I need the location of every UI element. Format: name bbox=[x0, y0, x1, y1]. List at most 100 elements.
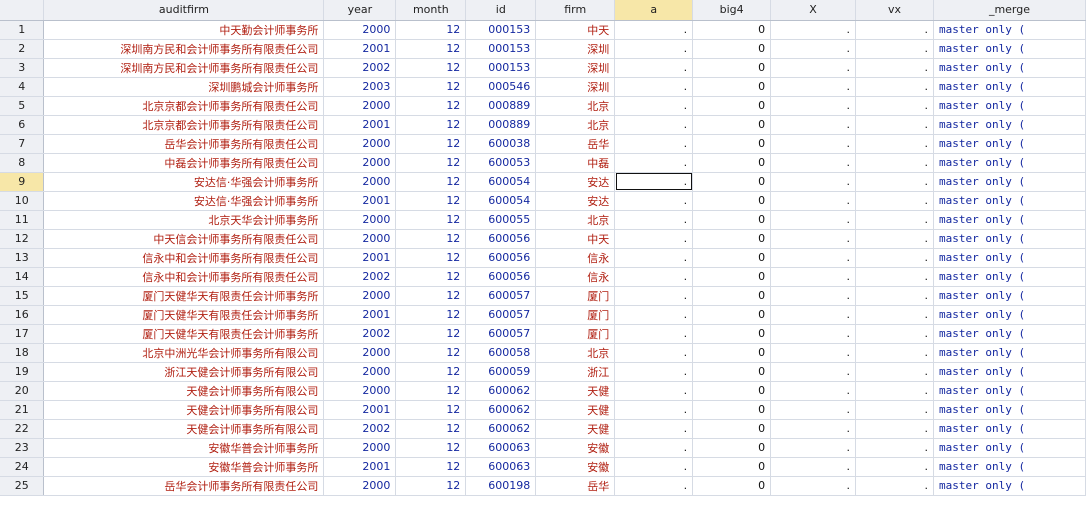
cell-merge[interactable]: master only ( bbox=[933, 305, 1086, 325]
cell-x[interactable]: . bbox=[770, 20, 857, 40]
cell-big4[interactable]: 0 bbox=[692, 476, 772, 496]
cell-auditfirm[interactable]: 信永中和会计师事务所有限责任公司 bbox=[43, 267, 325, 287]
cell-big4[interactable]: 0 bbox=[692, 305, 772, 325]
cell-id[interactable]: 600056 bbox=[465, 229, 537, 249]
cell-year[interactable]: 2002 bbox=[323, 419, 397, 439]
cell-firm[interactable]: 天健 bbox=[535, 419, 616, 439]
cell-id[interactable]: 600056 bbox=[465, 248, 537, 268]
row-number[interactable]: 16 bbox=[0, 305, 45, 325]
cell-merge[interactable]: master only ( bbox=[933, 153, 1086, 173]
cell-year[interactable]: 2000 bbox=[323, 381, 397, 401]
cell-year[interactable]: 2001 bbox=[323, 191, 397, 211]
row-number[interactable]: 17 bbox=[0, 324, 45, 344]
cell-id[interactable]: 600038 bbox=[465, 134, 537, 154]
cell-vx[interactable]: . bbox=[855, 343, 934, 363]
cell-month[interactable]: 12 bbox=[395, 400, 467, 420]
cell-id[interactable]: 000153 bbox=[465, 39, 537, 59]
cell-a[interactable]: . bbox=[614, 457, 694, 477]
cell-merge[interactable]: master only ( bbox=[933, 20, 1086, 40]
cell-big4[interactable]: 0 bbox=[692, 172, 772, 192]
cell-year[interactable]: 2001 bbox=[323, 400, 397, 420]
cell-merge[interactable]: master only ( bbox=[933, 267, 1086, 287]
cell-vx[interactable]: . bbox=[855, 210, 934, 230]
cell-merge[interactable]: master only ( bbox=[933, 58, 1086, 78]
cell-vx[interactable]: . bbox=[855, 248, 934, 268]
table-row[interactable]: 15 厦门天健华天有限责任会计师事务所 2000 12 600057 厦门. 0.. mast… bbox=[0, 286, 1086, 306]
cell-auditfirm[interactable]: 岳华会计师事务所有限责任公司 bbox=[43, 134, 325, 154]
cell-year[interactable]: 2002 bbox=[323, 267, 397, 287]
row-number[interactable]: 4 bbox=[0, 77, 45, 97]
table-row[interactable]: 14 信永中和会计师事务所有限责任公司 2002 12 600056 信永. 0.. mast… bbox=[0, 267, 1086, 287]
cell-vx[interactable]: . bbox=[855, 476, 934, 496]
cell-a[interactable]: . bbox=[614, 324, 694, 344]
cell-firm[interactable]: 深圳 bbox=[535, 77, 616, 97]
row-number[interactable]: 18 bbox=[0, 343, 45, 363]
cell-month[interactable]: 12 bbox=[395, 286, 467, 306]
cell-id[interactable]: 600057 bbox=[465, 305, 537, 325]
cell-merge[interactable]: master only ( bbox=[933, 134, 1086, 154]
cell-a[interactable]: . bbox=[614, 476, 694, 496]
table-row[interactable]: 23 安徽华普会计师事务所 2000 12 600063 安徽. 0.. master onl… bbox=[0, 438, 1086, 458]
cell-merge[interactable]: master only ( bbox=[933, 286, 1086, 306]
column-header-auditfirm[interactable]: auditfirm bbox=[43, 0, 325, 21]
cell-auditfirm[interactable]: 北京京都会计师事务所有限责任公司 bbox=[43, 96, 325, 116]
cell-firm[interactable]: 中天 bbox=[535, 229, 616, 249]
cell-auditfirm[interactable]: 安徽华普会计师事务所 bbox=[43, 457, 325, 477]
cell-firm[interactable]: 厦门 bbox=[535, 286, 616, 306]
cell-x[interactable]: . bbox=[770, 210, 857, 230]
cell-firm[interactable]: 浙江 bbox=[535, 362, 616, 382]
table-row[interactable]: 24 安徽华普会计师事务所 2001 12 600063 安徽. 0.. master onl… bbox=[0, 457, 1086, 477]
cell-year[interactable]: 2000 bbox=[323, 286, 397, 306]
cell-firm[interactable]: 安达 bbox=[535, 191, 616, 211]
cell-auditfirm[interactable]: 厦门天健华天有限责任会计师事务所 bbox=[43, 286, 325, 306]
cell-vx[interactable]: . bbox=[855, 381, 934, 401]
cell-merge[interactable]: master only ( bbox=[933, 343, 1086, 363]
cell-year[interactable]: 2000 bbox=[323, 438, 397, 458]
table-row[interactable]: 4 深圳鹏城会计师事务所 2003 12 000546 深圳. 0.. master only… bbox=[0, 77, 1086, 97]
cell-x[interactable]: . bbox=[770, 305, 857, 325]
cell-id[interactable]: 000153 bbox=[465, 20, 537, 40]
cell-x[interactable]: . bbox=[770, 324, 857, 344]
cell-vx[interactable]: . bbox=[855, 324, 934, 344]
cell-x[interactable]: . bbox=[770, 229, 857, 249]
cell-merge[interactable]: master only ( bbox=[933, 96, 1086, 116]
cell-year[interactable]: 2002 bbox=[323, 58, 397, 78]
cell-big4[interactable]: 0 bbox=[692, 229, 772, 249]
table-row[interactable]: 3 深圳南方民和会计师事务所有限责任公司 2002 12 000153 深圳. 0.. mas… bbox=[0, 58, 1086, 78]
cell-a[interactable]: . bbox=[614, 267, 694, 287]
cell-vx[interactable]: . bbox=[855, 134, 934, 154]
cell-big4[interactable]: 0 bbox=[692, 286, 772, 306]
column-header-month[interactable]: month bbox=[395, 0, 467, 21]
cell-month[interactable]: 12 bbox=[395, 77, 467, 97]
cell-month[interactable]: 12 bbox=[395, 39, 467, 59]
cell-merge[interactable]: master only ( bbox=[933, 400, 1086, 420]
cell-a[interactable]: . bbox=[614, 39, 694, 59]
row-number[interactable]: 3 bbox=[0, 58, 45, 78]
cell-month[interactable]: 12 bbox=[395, 305, 467, 325]
cell-auditfirm[interactable]: 厦门天健华天有限责任会计师事务所 bbox=[43, 305, 325, 325]
row-number[interactable]: 22 bbox=[0, 419, 45, 439]
row-number[interactable]: 6 bbox=[0, 115, 45, 135]
table-row[interactable]: 6 北京京都会计师事务所有限责任公司 2001 12 000889 北京. 0.. maste… bbox=[0, 115, 1086, 135]
row-number[interactable]: 9 bbox=[0, 172, 45, 192]
cell-vx[interactable]: . bbox=[855, 267, 934, 287]
cell-x[interactable]: . bbox=[770, 58, 857, 78]
cell-big4[interactable]: 0 bbox=[692, 96, 772, 116]
table-row[interactable]: 19 浙江天健会计师事务所有限公司 2000 12 600059 浙江. 0.. master… bbox=[0, 362, 1086, 382]
row-number[interactable]: 21 bbox=[0, 400, 45, 420]
data-editor-grid[interactable]: auditfirm year month id firm a big4 X vx… bbox=[0, 0, 1086, 513]
cell-auditfirm[interactable]: 岳华会计师事务所有限责任公司 bbox=[43, 476, 325, 496]
cell-firm[interactable]: 安达 bbox=[535, 172, 616, 192]
row-number[interactable]: 19 bbox=[0, 362, 45, 382]
cell-x[interactable]: . bbox=[770, 267, 857, 287]
cell-auditfirm[interactable]: 安达信·华强会计师事务所 bbox=[43, 191, 325, 211]
cell-year[interactable]: 2000 bbox=[323, 153, 397, 173]
table-row[interactable]: 16 厦门天健华天有限责任会计师事务所 2001 12 600057 厦门. 0.. mast… bbox=[0, 305, 1086, 325]
cell-big4[interactable]: 0 bbox=[692, 77, 772, 97]
column-header-a[interactable]: a bbox=[614, 0, 694, 21]
cell-id[interactable]: 600058 bbox=[465, 343, 537, 363]
row-number[interactable]: 23 bbox=[0, 438, 45, 458]
cell-month[interactable]: 12 bbox=[395, 191, 467, 211]
cell-month[interactable]: 12 bbox=[395, 115, 467, 135]
cell-id[interactable]: 600063 bbox=[465, 438, 537, 458]
